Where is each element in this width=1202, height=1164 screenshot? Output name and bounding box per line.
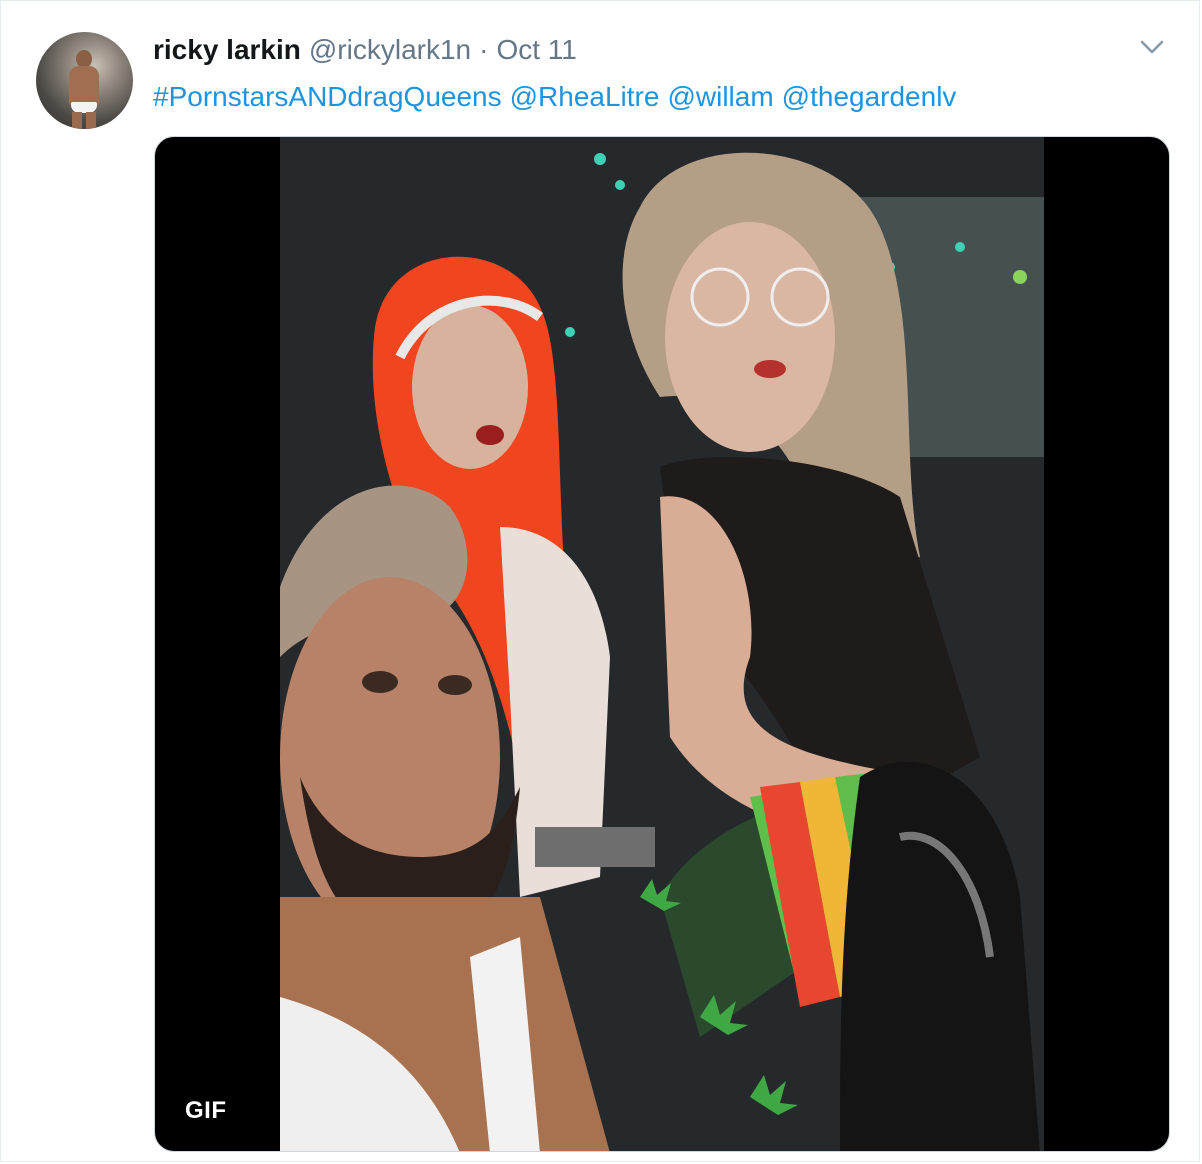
mention-link-thegardenlv[interactable]: @thegardenlv	[782, 81, 957, 112]
header-separator: ·	[479, 34, 489, 65]
author-handle[interactable]: @rickylark1n	[309, 34, 471, 66]
tweet-date[interactable]: Oct 11	[496, 34, 576, 66]
avatar-figure-body	[69, 66, 99, 106]
avatar[interactable]	[36, 32, 133, 129]
hashtag-link[interactable]: #PornstarsANDdragQueens	[153, 81, 502, 112]
avatar-figure-leg	[86, 112, 96, 129]
avatar-figure-leg	[72, 112, 82, 129]
tweet-media-gif[interactable]: GIF	[154, 136, 1170, 1152]
tweet-card[interactable]: ricky larkin @rickylark1n · Oct 11 #Porn…	[0, 0, 1200, 1162]
gif-badge: GIF	[185, 1097, 227, 1124]
tweet-text: #PornstarsANDdragQueens @RheaLitre @willam…	[153, 79, 964, 115]
tweet-header: ricky larkin @rickylark1n · Oct 11	[153, 34, 577, 70]
mention-link-willam[interactable]: @willam	[667, 81, 773, 112]
author-name[interactable]: ricky larkin	[153, 34, 301, 66]
gif-frame-photo	[280, 137, 1044, 1151]
photo-illustration	[280, 137, 1044, 1151]
chevron-down-icon[interactable]	[1139, 37, 1165, 57]
mention-link-rhealitre[interactable]: @RheaLitre	[510, 81, 660, 112]
